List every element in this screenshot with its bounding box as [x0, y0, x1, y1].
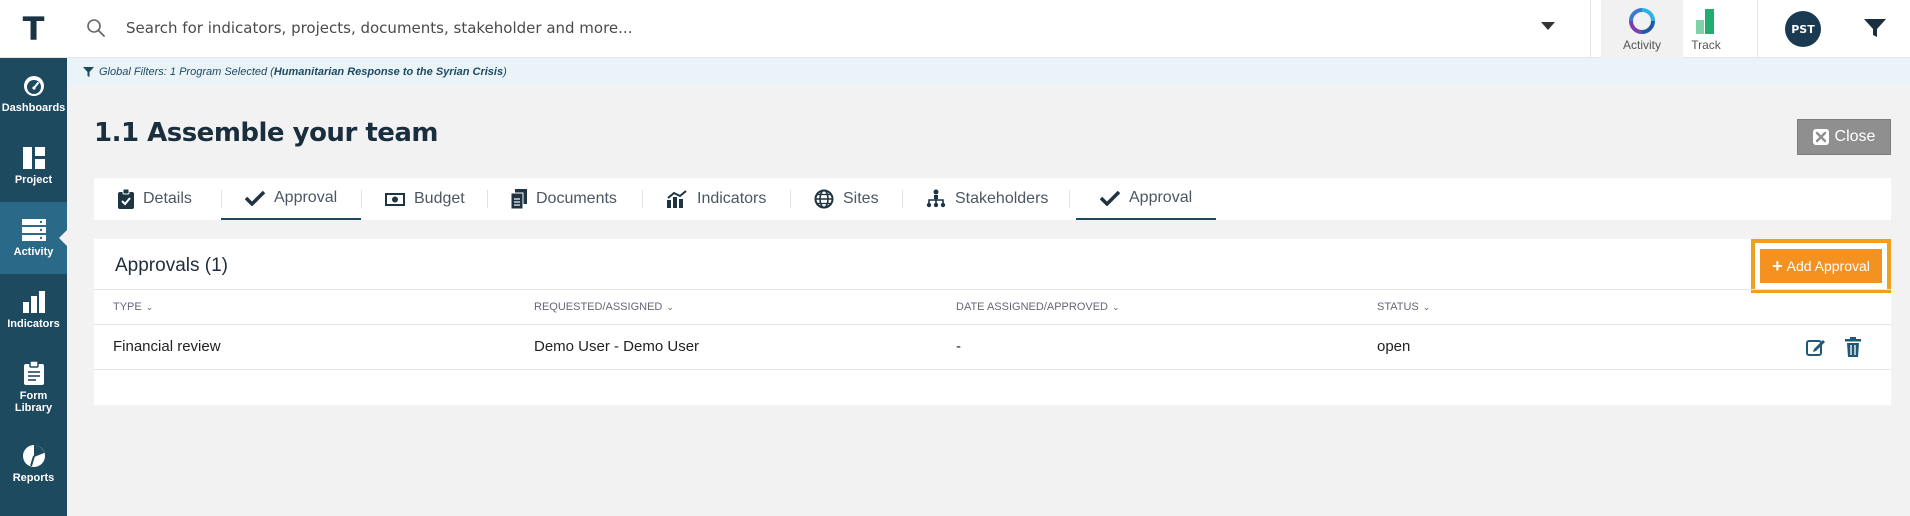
add-approval-label: Add Approval	[1786, 258, 1870, 274]
cell-date: -	[956, 338, 961, 355]
pie-icon	[22, 445, 45, 467]
column-header-label: TYPE	[113, 301, 142, 313]
sidebar-item-label: Project	[14, 174, 53, 186]
column-header-label: REQUESTED/ASSIGNED	[534, 301, 663, 313]
app-tab-label: Track	[1691, 38, 1721, 52]
tab-label: Documents	[536, 190, 617, 207]
money-icon	[385, 193, 405, 206]
top-bar: T Activity Track PST	[0, 0, 1910, 58]
tab-budget[interactable]: Budget	[361, 178, 487, 220]
check-icon	[1100, 190, 1120, 206]
activity-ring-icon	[1629, 8, 1655, 34]
chart-line-icon	[667, 190, 687, 208]
sidebar-item-indicators[interactable]: Indicators	[0, 274, 67, 346]
bar-chart-icon	[22, 291, 45, 313]
search-icon	[87, 19, 105, 37]
global-filter-suffix: )	[503, 65, 507, 78]
tab-label: Sites	[843, 190, 879, 207]
app-tab-label: Activity	[1622, 38, 1661, 52]
column-header-requested[interactable]: REQUESTED/ASSIGNED ⌄	[534, 301, 674, 313]
plus-icon: +	[1772, 256, 1783, 276]
sidebar: Dashboards Project Activity Indicators F…	[0, 58, 67, 516]
approvals-panel: Approvals (1) + Add Approval TYPE ⌄ REQU…	[94, 239, 1891, 405]
avatar[interactable]: PST	[1785, 11, 1821, 47]
sidebar-item-reports[interactable]: Reports	[0, 428, 67, 500]
column-header-type[interactable]: TYPE ⌄	[113, 301, 153, 313]
trash-icon	[1845, 337, 1861, 357]
tab-indicators[interactable]: Indicators	[642, 178, 790, 220]
search-dropdown-caret-icon[interactable]	[1541, 22, 1555, 30]
tab-label: Approval	[1129, 189, 1193, 206]
app-logo[interactable]: T	[0, 0, 67, 58]
global-filter-prefix: Global Filters: 1 Program Selected (	[99, 65, 274, 78]
chevron-down-icon: ⌄	[145, 301, 154, 312]
track-bars-icon	[1696, 9, 1714, 34]
sidebar-item-label: Reports	[12, 472, 55, 484]
global-filter-strip: Global Filters: 1 Program Selected ( Hum…	[67, 58, 1910, 85]
cell-requested: Demo User - Demo User	[534, 338, 700, 355]
tab-bar: Details Approval Budget Documents Indica…	[94, 178, 1891, 220]
sidebar-item-label: Indicators	[7, 318, 60, 330]
chevron-down-icon: ⌄	[1112, 301, 1120, 312]
active-indicator-arrow	[59, 230, 67, 246]
add-approval-button[interactable]: + Add Approval	[1760, 249, 1882, 283]
cell-type: Financial review	[113, 338, 221, 355]
tab-details[interactable]: Details	[94, 178, 221, 220]
tab-approval[interactable]: Approval	[221, 178, 361, 220]
divider	[1590, 0, 1591, 58]
column-header-label: STATUS	[1377, 301, 1419, 313]
sidebar-item-label: Activity	[13, 246, 54, 258]
delete-button[interactable]	[1842, 336, 1864, 358]
tab-label: Details	[143, 190, 192, 207]
filter-icon	[83, 66, 94, 77]
page-title: 1.1 Assemble your team	[94, 118, 439, 148]
divider	[1757, 0, 1758, 58]
tab-sites[interactable]: Sites	[790, 178, 902, 220]
tab-label: Approval	[274, 189, 338, 206]
column-header-label: DATE ASSIGNED/APPROVED	[956, 301, 1109, 313]
grid-icon	[22, 147, 45, 169]
chevron-down-icon: ⌄	[1422, 301, 1431, 312]
logo-letter: T	[22, 10, 45, 48]
sidebar-item-project[interactable]: Project	[0, 130, 67, 202]
edit-icon	[1806, 340, 1825, 356]
chevron-down-icon: ⌄	[666, 301, 674, 312]
sidebar-item-dashboards[interactable]: Dashboards	[0, 58, 67, 130]
check-icon	[245, 190, 265, 206]
tab-label: Budget	[414, 190, 465, 207]
column-header-date[interactable]: DATE ASSIGNED/APPROVED ⌄	[956, 301, 1120, 313]
tab-approval-secondary[interactable]: Approval	[1076, 178, 1216, 220]
close-button[interactable]: Close	[1797, 119, 1891, 155]
server-stack-icon	[21, 219, 46, 241]
cell-status: open	[1377, 338, 1411, 355]
globe-icon	[814, 189, 834, 209]
close-button-label: Close	[1834, 128, 1876, 145]
tab-label: Indicators	[697, 190, 767, 207]
edit-button[interactable]	[1805, 336, 1827, 358]
tab-label: Stakeholders	[955, 190, 1049, 207]
clipboard-check-icon	[118, 189, 134, 209]
sidebar-item-label: Dashboards	[1, 102, 66, 114]
gauge-icon	[23, 76, 44, 96]
clipboard-icon	[23, 360, 44, 385]
filter-icon[interactable]	[1863, 17, 1887, 39]
documents-icon	[511, 189, 527, 209]
approvals-title: Approvals (1)	[115, 255, 228, 276]
table-row: Financial review Demo User - Demo User -…	[94, 325, 1891, 370]
sidebar-item-form-library[interactable]: Form Library	[0, 346, 67, 428]
hierarchy-icon	[926, 189, 946, 208]
search-input[interactable]	[126, 13, 1526, 43]
global-filter-program[interactable]: Humanitarian Response to the Syrian Cris…	[274, 66, 503, 78]
divider	[1069, 190, 1070, 208]
column-header-status[interactable]: STATUS ⌄	[1377, 301, 1430, 313]
table-header: TYPE ⌄ REQUESTED/ASSIGNED ⌄ DATE ASSIGNE…	[94, 289, 1891, 325]
close-icon	[1812, 129, 1829, 145]
tab-documents[interactable]: Documents	[487, 178, 642, 220]
app-tab-track[interactable]: Track	[1665, 0, 1747, 58]
sidebar-item-activity[interactable]: Activity	[0, 202, 67, 274]
sidebar-item-label: Form Library	[14, 390, 53, 414]
tab-stakeholders[interactable]: Stakeholders	[902, 178, 1069, 220]
add-approval-highlight: + Add Approval	[1751, 239, 1891, 293]
